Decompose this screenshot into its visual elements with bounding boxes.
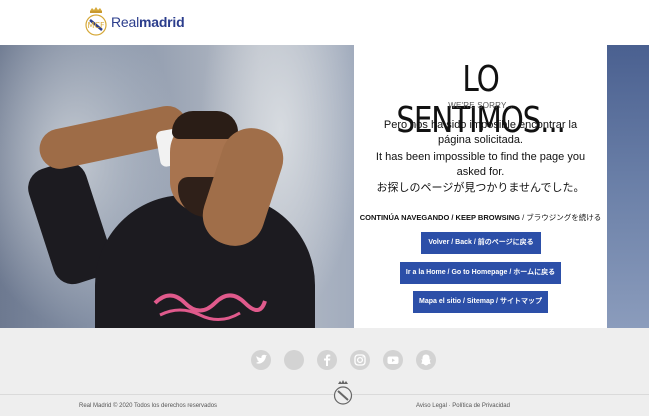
brand-name: Realmadrid <box>111 14 185 30</box>
svg-text:MCF: MCF <box>87 21 104 30</box>
site-header: MCF Realmadrid <box>0 0 649 45</box>
site-footer: Real Madrid © 2020 Todos los derechos re… <box>0 328 649 416</box>
background-stands <box>607 45 649 328</box>
hero-photo: LO SENTIMOS... WE'RE SORRY... Pero nos h… <box>0 45 649 328</box>
back-button[interactable]: Volver / Back / 前のページに戻る <box>421 232 541 254</box>
footer-divider <box>0 394 649 395</box>
keep-browsing-label-ja: / ブラウジングを続ける <box>520 213 602 222</box>
social-links <box>251 350 449 370</box>
keep-browsing-label-bold: CONTINÚA NAVEGANDO / KEEP BROWSING <box>359 213 521 222</box>
youtube-icon[interactable] <box>383 350 403 370</box>
sponsor-logo-icon <box>153 293 267 321</box>
real-madrid-crest-icon: MCF <box>85 7 107 36</box>
error-card: LO SENTIMOS... WE'RE SORRY... Pero nos h… <box>354 45 607 328</box>
legal-links[interactable]: Aviso Legal · Política de Privacidad <box>416 403 510 409</box>
brand-name-bold: madrid <box>139 14 185 30</box>
facebook-icon[interactable] <box>317 350 337 370</box>
brand-name-light: Real <box>111 14 139 30</box>
twitter-icon[interactable] <box>251 350 271 370</box>
error-message-es: Pero nos ha sido imposible encontrar la … <box>383 119 578 146</box>
instagram-icon[interactable] <box>350 350 370 370</box>
error-message-ja: お探しのページが見つかりませんでした。 <box>376 182 585 194</box>
sitemap-button[interactable]: Mapa el sitio / Sitemap / サイトマップ <box>413 291 548 313</box>
keep-browsing-label: CONTINÚA NAVEGANDO / KEEP BROWSING / ブラウ… <box>354 212 607 223</box>
error-message-en: It has been impossible to find the page … <box>375 151 586 178</box>
home-button[interactable]: Ir a la Home / Go to Homepage / ホームに戻る <box>400 262 561 284</box>
real-madrid-crest-icon <box>333 380 353 405</box>
facebook-icon[interactable] <box>284 350 304 370</box>
copyright-text: Real Madrid © 2020 Todos los derechos re… <box>79 403 218 409</box>
snapchat-icon[interactable] <box>416 350 436 370</box>
page-subtitle: WE'RE SORRY... <box>448 101 513 110</box>
player-hair <box>172 111 238 139</box>
site-logo[interactable]: MCF Realmadrid <box>84 6 185 38</box>
